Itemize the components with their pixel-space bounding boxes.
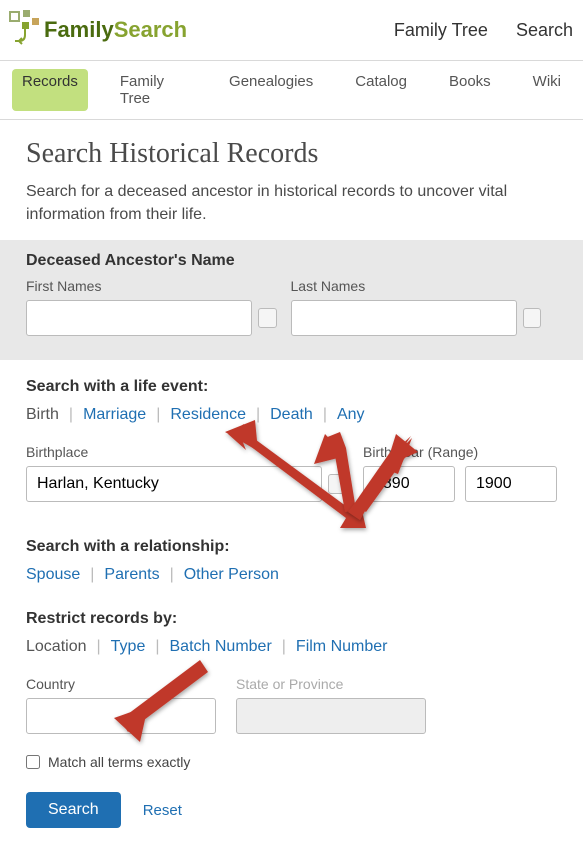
logo-text: FamilySearch xyxy=(44,17,187,43)
life-event-any[interactable]: Any xyxy=(337,406,365,424)
relationship-spouse[interactable]: Spouse xyxy=(26,566,80,584)
match-exact-label: Match all terms exactly xyxy=(48,754,190,770)
content: Search Historical Records Search for a d… xyxy=(0,120,583,852)
page-title: Search Historical Records xyxy=(26,138,557,170)
birth-year-label: Birth Year (Range) xyxy=(363,444,557,460)
life-event-links: Birth | Marriage | Residence | Death | A… xyxy=(26,406,557,424)
birth-year-to-input[interactable] xyxy=(465,466,557,502)
nav-family-tree[interactable]: Family Tree xyxy=(394,20,488,41)
birthplace-label: Birthplace xyxy=(26,444,347,460)
restrict-heading: Restrict records by: xyxy=(26,610,557,628)
tab-records[interactable]: Records xyxy=(12,69,88,111)
first-names-label: First Names xyxy=(26,278,277,294)
logo[interactable]: FamilySearch xyxy=(8,10,187,50)
restrict-links: Location | Type | Batch Number | Film Nu… xyxy=(26,638,557,656)
state-label: State or Province xyxy=(236,676,426,692)
search-button[interactable]: Search xyxy=(26,792,121,828)
nav-search[interactable]: Search xyxy=(516,20,573,41)
birthplace-input[interactable] xyxy=(26,466,322,502)
life-event-residence[interactable]: Residence xyxy=(170,406,246,424)
birth-year-from-input[interactable] xyxy=(363,466,455,502)
life-event-birth[interactable]: Birth xyxy=(26,406,59,424)
life-event-death[interactable]: Death xyxy=(270,406,313,424)
relationship-parents[interactable]: Parents xyxy=(104,566,159,584)
page-intro: Search for a deceased ancestor in histor… xyxy=(26,180,557,226)
match-exact-checkbox[interactable] xyxy=(26,755,40,769)
subnav-tabs: Records Family Tree Genealogies Catalog … xyxy=(0,61,583,120)
restrict-film[interactable]: Film Number xyxy=(296,638,388,656)
first-names-input[interactable] xyxy=(26,300,252,336)
top-nav: Family Tree Search xyxy=(394,20,573,41)
tab-wiki[interactable]: Wiki xyxy=(523,69,571,111)
last-names-label: Last Names xyxy=(291,278,542,294)
first-names-exact-checkbox[interactable] xyxy=(258,308,276,328)
last-names-input[interactable] xyxy=(291,300,517,336)
tab-catalog[interactable]: Catalog xyxy=(345,69,417,111)
restrict-type[interactable]: Type xyxy=(111,638,146,656)
name-section: Deceased Ancestor's Name First Names Las… xyxy=(0,240,583,360)
country-input[interactable] xyxy=(26,698,216,734)
relationship-heading: Search with a relationship: xyxy=(26,538,557,556)
restrict-location[interactable]: Location xyxy=(26,638,87,656)
relationship-other[interactable]: Other Person xyxy=(184,566,279,584)
life-event-marriage[interactable]: Marriage xyxy=(83,406,146,424)
tab-books[interactable]: Books xyxy=(439,69,501,111)
relationship-links: Spouse | Parents | Other Person xyxy=(26,566,557,584)
header: FamilySearch Family Tree Search xyxy=(0,0,583,61)
state-input[interactable] xyxy=(236,698,426,734)
life-event-heading: Search with a life event: xyxy=(26,378,557,396)
reset-link[interactable]: Reset xyxy=(143,802,182,819)
name-heading: Deceased Ancestor's Name xyxy=(26,252,541,270)
birthplace-exact-checkbox[interactable] xyxy=(328,474,347,494)
country-label: Country xyxy=(26,676,216,692)
last-names-exact-checkbox[interactable] xyxy=(523,308,541,328)
tab-genealogies[interactable]: Genealogies xyxy=(219,69,323,111)
tree-icon xyxy=(8,10,40,50)
restrict-batch[interactable]: Batch Number xyxy=(170,638,272,656)
tab-family-tree[interactable]: Family Tree xyxy=(110,69,197,111)
